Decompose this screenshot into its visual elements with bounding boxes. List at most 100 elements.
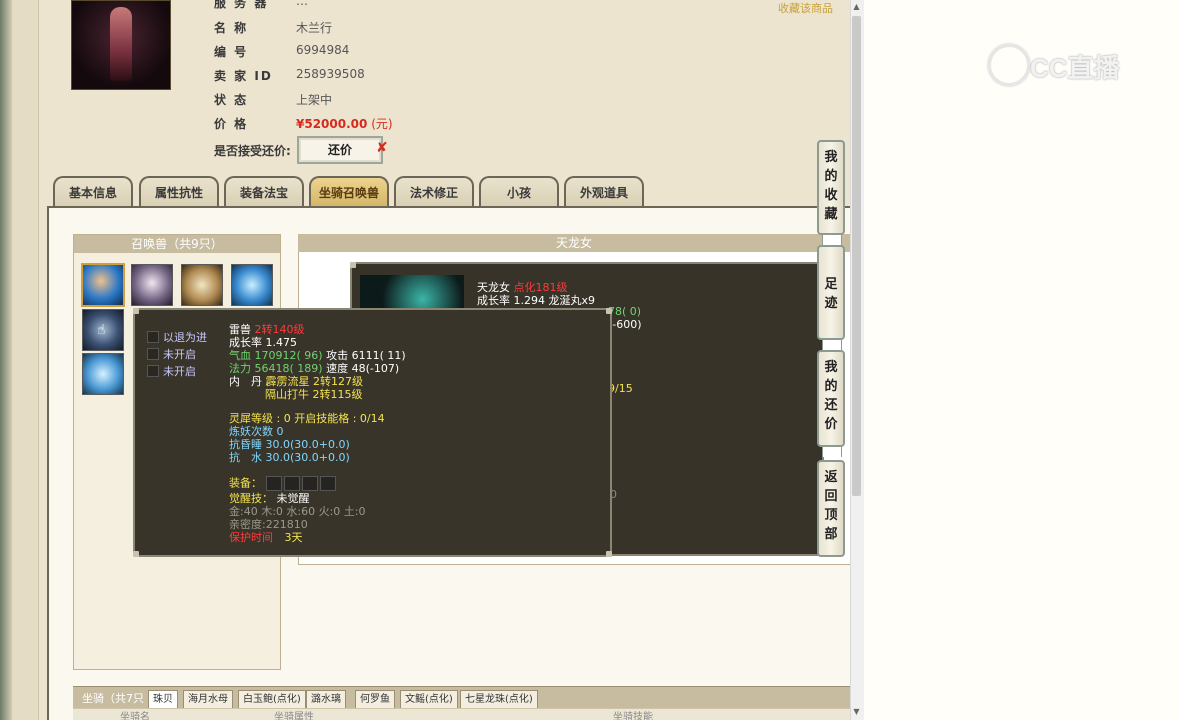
tab-spell-correction[interactable]: 法术修正 <box>394 176 474 208</box>
mount-tab[interactable]: 潞水璃 <box>306 690 346 709</box>
name-value: 木兰行 <box>296 21 333 35</box>
corner-dot <box>133 308 139 314</box>
summon-thumb[interactable] <box>131 264 173 306</box>
scroll-thumb[interactable] <box>852 16 861 496</box>
summon-thumb[interactable] <box>231 264 273 306</box>
skill-slot-icon <box>147 365 159 377</box>
tt-hp-label: 气血 <box>229 349 251 362</box>
tt-growth-value: 1.475 <box>265 336 298 349</box>
tab-children[interactable]: 小孩 <box>479 176 559 208</box>
watermark: CC直播 <box>1030 53 1120 83</box>
favorite-link[interactable]: 收藏该商品 <box>778 0 833 16</box>
tt-inner-1: 霹雳流星 2转127级 <box>265 375 364 388</box>
status-value: 上架中 <box>296 93 333 107</box>
tt-protect-label: 保护时间 <box>229 531 273 544</box>
tt-atk-value: 6111( 11) <box>351 349 406 362</box>
seller-label: 卖 家 ID <box>214 69 273 83</box>
equip-slot <box>283 476 300 491</box>
price-value-wrap: ¥52000.00 (元) <box>296 115 393 132</box>
summon-thumb[interactable] <box>81 263 125 307</box>
tab-mounts-summons[interactable]: 坐骑召唤兽 <box>309 176 389 208</box>
summon-thumb[interactable] <box>82 353 124 395</box>
mount-tab[interactable]: 海月水母 <box>183 690 233 709</box>
mount-tab[interactable]: 白玉鲍(点化) <box>238 690 306 709</box>
price-unit: (元) <box>371 117 393 131</box>
counter-offer-label: 是否接受还价: <box>214 144 291 158</box>
col-mount-skill: 坐骑技能 <box>613 712 653 720</box>
back-to-top-button[interactable]: 返回顶部 <box>817 460 845 557</box>
corner-dot <box>133 551 139 557</box>
tt-hp-line: 气血 170912( 96) 攻击 6111( 11) <box>229 349 406 362</box>
my-counter-offers-button[interactable]: 我的还价 <box>817 350 845 447</box>
corner-dot <box>606 308 612 314</box>
tt-equip-line: 装备： <box>229 476 338 491</box>
tt-awaken-value: 未觉醒 <box>276 492 310 505</box>
tt-mp-value: 56418( 189) <box>254 362 323 375</box>
footprint-button[interactable]: 足迹 <box>817 245 845 340</box>
tt-inner-line-2: 隔山打牛 2转115级 <box>265 388 363 401</box>
tt-res2-line: 抗 水 30.0(30.0+0.0) <box>229 451 350 464</box>
tt-refine-value: 0 <box>276 425 284 438</box>
tt-inner-label: 内 丹 <box>229 375 262 388</box>
tab-equipment[interactable]: 装备法宝 <box>224 176 304 208</box>
col-mount-attr: 坐骑属性 <box>274 712 314 720</box>
tt-awaken-label: 觉醒技： <box>229 492 273 505</box>
skill-option: 未开启 <box>163 365 196 378</box>
tt-elements: 金:40 木:0 水:60 火:0 土:0 <box>229 505 366 518</box>
tt-mp-label: 法力 <box>229 362 251 375</box>
trade-page: 收藏该商品 服 务 器 … 名 称 木兰行 编 号 6994984 卖 家 ID… <box>0 0 850 720</box>
tt-atk-label: 攻击 <box>326 349 349 362</box>
tt-spd-value: 48(-107) <box>351 362 400 375</box>
number-label: 编 号 <box>214 45 249 59</box>
cursor-icon: ☝ <box>97 322 106 338</box>
skill-option: 未开启 <box>163 348 196 361</box>
scroll-up-icon[interactable]: ▲ <box>852 2 861 11</box>
tt-res2-label: 抗 水 <box>229 451 262 464</box>
mounts-table-header <box>73 708 850 720</box>
detail-growth: 成长率 1.294 <box>477 294 545 307</box>
tab-basic-info[interactable]: 基本信息 <box>53 176 133 208</box>
tt-equip-label: 装备： <box>229 476 262 490</box>
skill-slot-icon <box>147 331 159 343</box>
tt-mp-line: 法力 56418( 189) 速度 48(-107) <box>229 362 399 375</box>
blank-panel <box>864 0 1180 720</box>
tt-name: 雷兽 <box>229 323 251 336</box>
summon-thumb[interactable] <box>181 264 223 306</box>
tt-growth-line: 成长率 1.475 <box>229 336 297 349</box>
tt-res1-value: 30.0(30.0+0.0) <box>265 438 350 451</box>
tt-hp-value: 170912( 96) <box>254 349 323 362</box>
tab-appearance[interactable]: 外观道具 <box>564 176 644 208</box>
left-frame-inner <box>12 0 39 720</box>
status-label: 状 态 <box>214 93 249 107</box>
character-portrait <box>71 0 171 90</box>
tt-res1-label: 抗昏睡 <box>229 438 262 451</box>
mount-tab[interactable]: 何罗鱼 <box>355 690 395 709</box>
counter-offer-button[interactable]: 还价 <box>297 136 383 164</box>
tt-protect-value: 3天 <box>284 531 303 544</box>
tt-spirit-value: : 0 开启技能格 : 0/14 <box>276 412 385 425</box>
equip-slot <box>265 476 282 491</box>
tt-awaken-line: 觉醒技： 未觉醒 <box>229 492 310 505</box>
tt-growth-label: 成长率 <box>229 336 262 349</box>
equip-slot <box>301 476 318 491</box>
detail-pill: 龙涎丸x9 <box>548 294 596 307</box>
tt-refine-label: 炼妖次数 <box>229 425 273 438</box>
tt-spd-label: 速度 <box>326 362 349 375</box>
summon-tooltip: 以退为进 未开启 未开启 雷兽 2转140级 成长率 1.475 气血 1709… <box>133 308 612 557</box>
mount-tab[interactable]: 文鳐(点化) <box>400 690 458 709</box>
tt-protect-line: 保护时间 3天 <box>229 531 303 544</box>
tt-name-line: 雷兽 2转140级 <box>229 323 305 336</box>
skill-option: 以退为进 <box>163 331 207 344</box>
tt-res1-line: 抗昏睡 30.0(30.0+0.0) <box>229 438 350 451</box>
my-favorites-button[interactable]: 我的收藏 <box>817 140 845 235</box>
tt-spirit-label: 灵犀等级 <box>229 412 273 425</box>
summons-header: 召唤兽（共9只） <box>74 235 280 253</box>
tt-intimacy: 亲密度:221810 <box>229 518 308 531</box>
scroll-down-icon[interactable]: ▼ <box>852 707 861 716</box>
mount-tab[interactable]: 七星龙珠(点化) <box>460 690 538 709</box>
price-value: ¥52000.00 <box>296 117 368 131</box>
detail-growth-line: 成长率 1.294 龙涎丸x9 <box>477 292 595 308</box>
mounts-count: 坐骑（共7只 <box>82 692 144 705</box>
tab-attributes[interactable]: 属性抗性 <box>139 176 219 208</box>
mount-tab[interactable]: 珠贝 <box>148 690 178 709</box>
